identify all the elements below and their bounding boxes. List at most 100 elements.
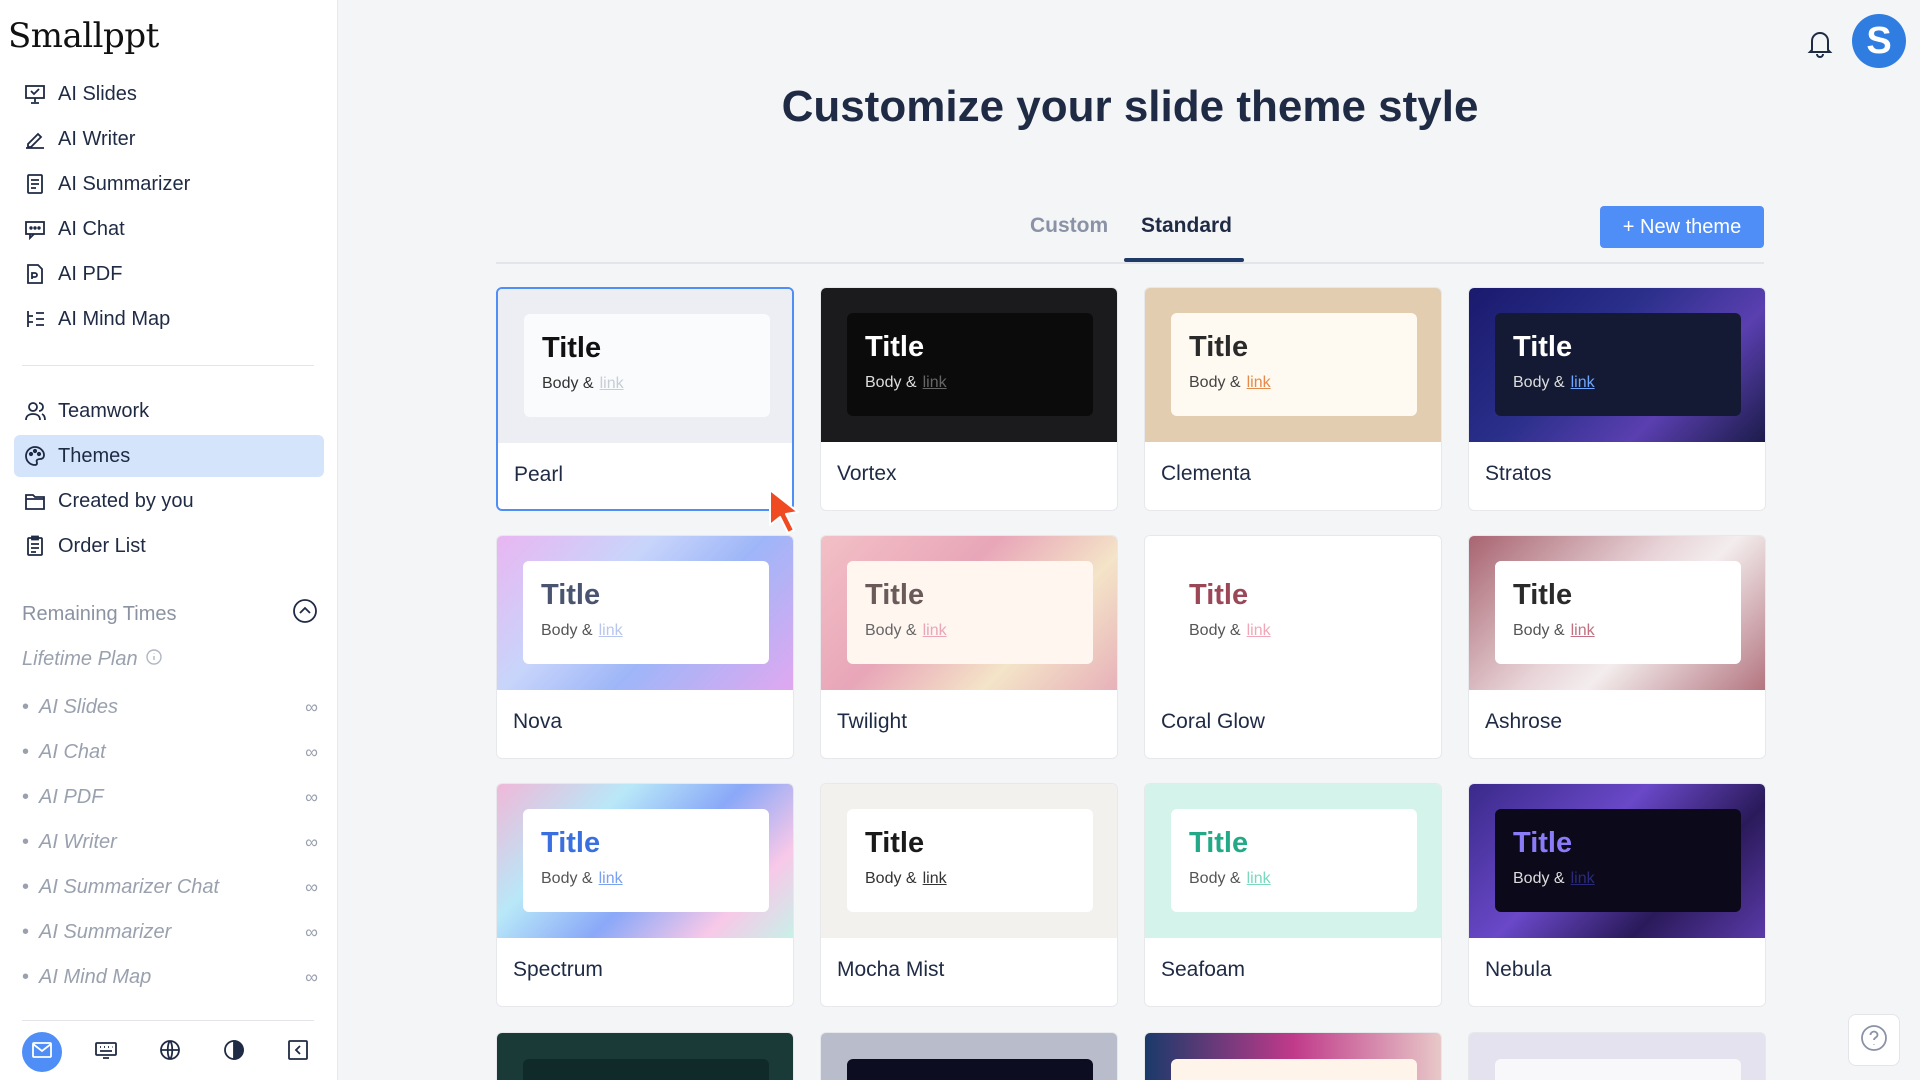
- keyboard-button[interactable]: [86, 1032, 126, 1072]
- theme-grid-next-row: [496, 1032, 1766, 1080]
- theme-card-mocha-mist[interactable]: Title Body & link Mocha Mist: [820, 783, 1118, 1007]
- mouse-cursor-icon: [766, 488, 806, 536]
- tab-standard[interactable]: Standard: [1141, 214, 1232, 238]
- collapse-icon: [286, 1038, 310, 1067]
- sidebar-item-themes[interactable]: Themes: [14, 435, 324, 477]
- theme-card-ashrose[interactable]: Title Body & link Ashrose: [1468, 535, 1766, 759]
- users-icon: [22, 398, 48, 424]
- remaining-times-header: Remaining Times: [22, 598, 318, 630]
- quota-list: AI Slides ∞ AI Chat ∞ AI PDF ∞ AI Writer ∞ A…: [22, 685, 318, 1000]
- page-title: Customize your slide theme style: [781, 82, 1479, 131]
- help-button[interactable]: [1848, 1014, 1900, 1066]
- palette-icon: [22, 443, 48, 469]
- theme-preview: Title Body & link: [821, 288, 1117, 442]
- infinity-icon: ∞: [305, 697, 318, 717]
- theme-card-seafoam[interactable]: Title Body & link Seafoam: [1144, 783, 1442, 1007]
- sidebar-item-ai-writer[interactable]: AI Writer: [14, 118, 324, 160]
- new-theme-button[interactable]: + New theme: [1600, 206, 1764, 248]
- theme-card-clementa[interactable]: Title Body & link Clementa: [1144, 287, 1442, 511]
- theme-grid: Title Body & link Pearl Title Body & link …: [496, 287, 1766, 1007]
- quota-name: AI Summarizer: [22, 921, 171, 944]
- theme-name: Stratos: [1485, 462, 1552, 485]
- theme-preview: Title Body & link: [821, 536, 1117, 690]
- preview-body: Body &: [1189, 374, 1241, 391]
- preview-panel: Title Body & link: [847, 561, 1093, 664]
- theme-tabs: Custom Standard: [496, 204, 1764, 264]
- preview-body: Body &: [865, 374, 917, 391]
- sidebar-item-label: Order List: [58, 534, 146, 557]
- sidebar-item-ai-pdf[interactable]: AI PDF: [14, 253, 324, 295]
- preview-body: Body &: [1189, 870, 1241, 887]
- sidebar-item-order-list[interactable]: Order List: [14, 525, 324, 567]
- theme-card-partial[interactable]: [1468, 1032, 1766, 1080]
- language-button[interactable]: [150, 1032, 190, 1072]
- sidebar-item-ai-mind-map[interactable]: AI Mind Map: [14, 298, 324, 340]
- tab-custom[interactable]: Custom: [1030, 214, 1108, 238]
- theme-card-pearl[interactable]: Title Body & link Pearl: [496, 287, 794, 511]
- theme-card-spectrum[interactable]: Title Body & link Spectrum: [496, 783, 794, 1007]
- preview-panel: Title Body & link: [1171, 313, 1417, 416]
- infinity-icon: ∞: [305, 922, 318, 942]
- sidebar-item-label: AI PDF: [58, 262, 123, 285]
- preview-title: Title: [1513, 579, 1573, 611]
- preview-title: Title: [1189, 827, 1249, 859]
- preview-title: Title: [542, 332, 602, 364]
- preview-link: link: [922, 622, 947, 639]
- theme-preview: Title Body & link: [1145, 288, 1441, 442]
- theme-card-nebula[interactable]: Title Body & link Nebula: [1468, 783, 1766, 1007]
- infinity-icon: ∞: [305, 877, 318, 897]
- preview-title: Title: [1189, 579, 1249, 611]
- sidebar-item-ai-slides[interactable]: AI Slides: [14, 73, 324, 115]
- sidebar-item-ai-summarizer[interactable]: AI Summarizer: [14, 163, 324, 205]
- quota-row: AI Summarizer Chat ∞: [22, 865, 318, 910]
- keyboard-icon: [94, 1038, 118, 1067]
- mail-button[interactable]: [22, 1032, 62, 1072]
- theme-card-coral-glow[interactable]: Title Body & link Coral Glow: [1144, 535, 1442, 759]
- quota-row: AI Mind Map ∞: [22, 955, 318, 1000]
- theme-toggle-button[interactable]: [214, 1032, 254, 1072]
- quota-row: AI Slides ∞: [22, 685, 318, 730]
- sidebar-item-teamwork[interactable]: Teamwork: [14, 390, 324, 432]
- preview-body: Body &: [1189, 622, 1241, 639]
- quota-row: AI Writer ∞: [22, 820, 318, 865]
- chevron-up-icon[interactable]: [292, 598, 318, 630]
- preview-link: link: [1246, 622, 1271, 639]
- theme-preview: Title Body & link: [497, 536, 793, 690]
- preview-panel: [523, 1059, 769, 1080]
- sidebar-item-created-by-you[interactable]: Created by you: [14, 480, 324, 522]
- theme-card-vortex[interactable]: Title Body & link Vortex: [820, 287, 1118, 511]
- sidebar-item-label: AI Writer: [58, 127, 136, 150]
- infinity-icon: ∞: [305, 787, 318, 807]
- mindmap-icon: [22, 306, 48, 332]
- help-icon: [1860, 1024, 1888, 1057]
- theme-card-partial[interactable]: [1144, 1032, 1442, 1080]
- theme-card-twilight[interactable]: Title Body & link Twilight: [820, 535, 1118, 759]
- preview-link: link: [1246, 374, 1271, 391]
- avatar[interactable]: S: [1852, 14, 1906, 68]
- quota-name: AI Writer: [22, 831, 117, 854]
- theme-card-stratos[interactable]: Title Body & link Stratos: [1468, 287, 1766, 511]
- preview-panel: Title Body & link: [1495, 561, 1741, 664]
- sidebar-item-label: Created by you: [58, 489, 194, 512]
- contrast-icon: [222, 1038, 246, 1067]
- preview-link: link: [598, 622, 623, 639]
- sidebar-item-ai-chat[interactable]: AI Chat: [14, 208, 324, 250]
- theme-card-nova[interactable]: Title Body & link Nova: [496, 535, 794, 759]
- theme-card-partial[interactable]: [496, 1032, 794, 1080]
- preview-body: Body &: [541, 622, 593, 639]
- theme-name: Seafoam: [1161, 958, 1246, 981]
- infinity-icon: ∞: [305, 742, 318, 762]
- preview-title: Title: [865, 579, 925, 611]
- primary-nav: AI Slides AI Writer AI Summarizer AI Cha…: [14, 73, 324, 343]
- infinity-icon: ∞: [305, 967, 318, 987]
- quota-name: AI Summarizer Chat: [22, 876, 219, 899]
- bell-icon[interactable]: [1806, 28, 1834, 58]
- sidebar-divider: [22, 365, 314, 366]
- preview-panel: Title Body & link: [523, 561, 769, 664]
- collapse-sidebar-button[interactable]: [278, 1032, 318, 1072]
- theme-card-partial[interactable]: [820, 1032, 1118, 1080]
- app-logo[interactable]: Smallppt: [8, 16, 159, 56]
- info-icon[interactable]: [145, 648, 162, 671]
- preview-link: link: [599, 375, 624, 392]
- preview-title: Title: [865, 827, 925, 859]
